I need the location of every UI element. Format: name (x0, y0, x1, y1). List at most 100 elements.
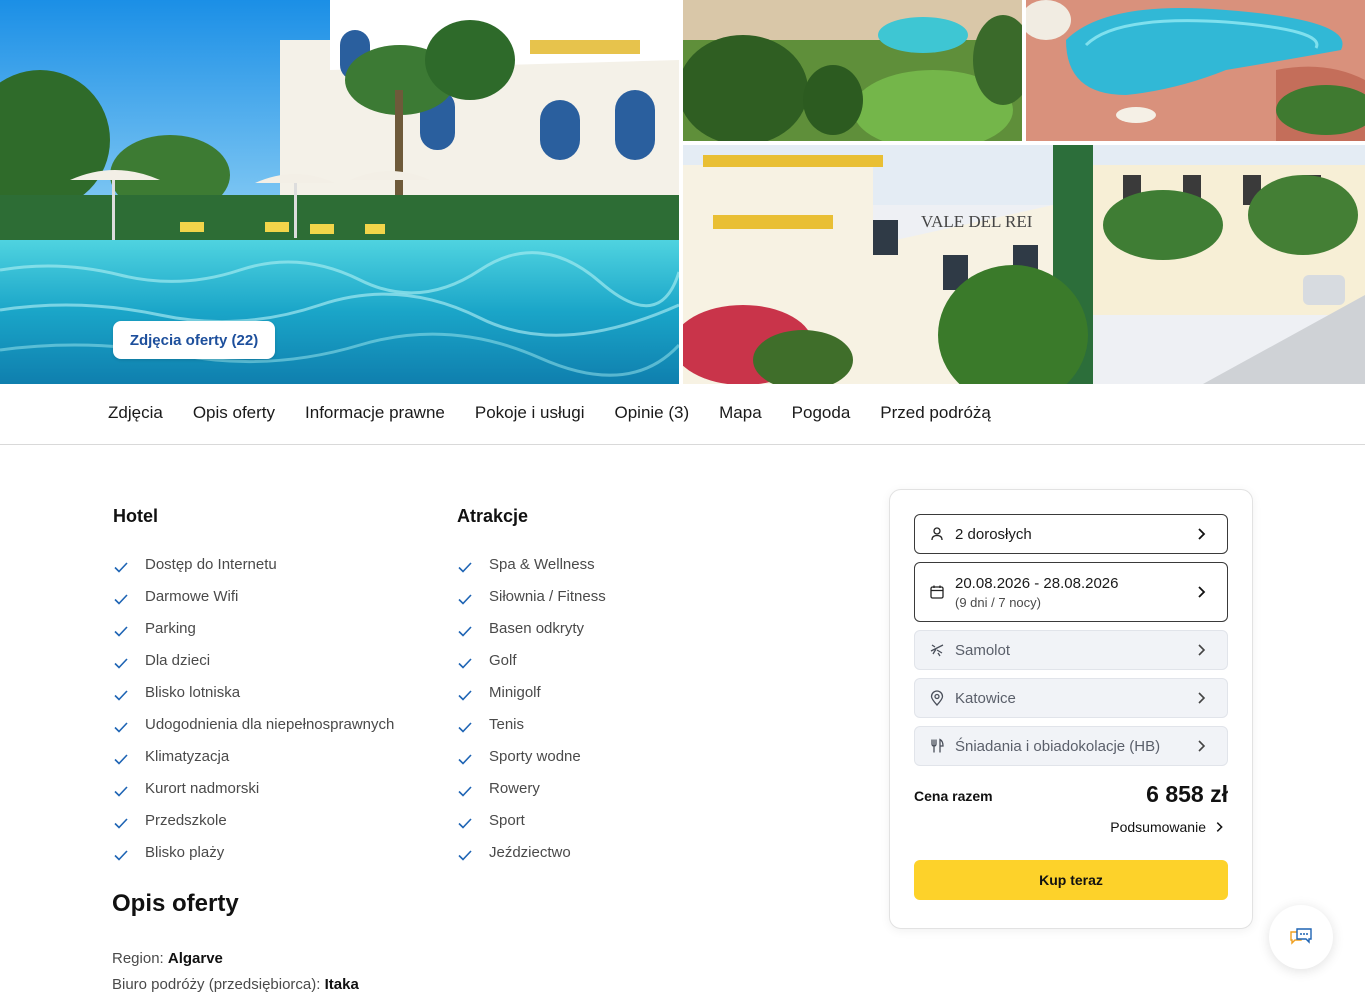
list-item: Basen odkryty (457, 612, 787, 644)
check-icon (458, 754, 472, 765)
list-item: Kurort nadmorski (113, 772, 443, 804)
travelers-select[interactable]: 2 dorosłych (914, 514, 1228, 554)
list-item: Siłownia / Fitness (457, 580, 787, 612)
check-icon (458, 722, 472, 733)
opis-oferty-title: Opis oferty (112, 890, 239, 917)
check-icon (114, 754, 128, 765)
region-label: Region: (112, 950, 164, 967)
amenity-label: Udogodnienia dla niepełnosprawnych (145, 715, 395, 733)
list-item: Przedszkole (113, 804, 443, 836)
hotel-amenities-list: Dostęp do Internetu Darmowe Wifi Parking… (113, 548, 443, 868)
hotel-building-photo[interactable]: VALE DEL REI (683, 145, 1365, 384)
chevron-right-icon (1216, 822, 1223, 832)
duration-value: (9 dni / 7 nocy) (955, 594, 1041, 610)
check-icon (114, 594, 128, 605)
attraction-label: Rowery (489, 779, 540, 797)
list-item: Golf (457, 644, 787, 676)
attractions-title: Atrakcje (457, 506, 529, 526)
tab-opinie[interactable]: Opinie (3) (614, 403, 689, 423)
list-item: Udogodnienia dla niepełnosprawnych (113, 708, 443, 740)
tab-mapa[interactable]: Mapa (719, 403, 762, 423)
list-item: Tenis (457, 708, 787, 740)
attraction-label: Jeździectwo (489, 843, 571, 861)
tab-pogoda[interactable]: Pogoda (792, 403, 851, 423)
board-select[interactable]: Śniadania i obiadokolacje (HB) (914, 726, 1228, 766)
check-icon (458, 818, 472, 829)
transport-value: Samolot (955, 641, 1011, 659)
check-icon (114, 562, 128, 573)
attraction-label: Siłownia / Fitness (489, 587, 606, 605)
transport-select[interactable]: Samolot (914, 630, 1228, 670)
buy-now-button[interactable]: Kup teraz (914, 860, 1228, 900)
check-icon (114, 658, 128, 669)
photo-gallery[interactable]: Zdjęcia oferty (22) VALE DEL REI (0, 0, 1365, 384)
tab-zdjecia[interactable]: Zdjęcia (108, 403, 163, 423)
check-icon (114, 690, 128, 701)
attraction-label: Minigolf (489, 683, 541, 701)
list-item: Parking (113, 612, 443, 644)
chat-button[interactable] (1269, 905, 1333, 969)
list-item: Dla dzieci (113, 644, 443, 676)
dates-block: 20.08.2026 - 28.08.2026 (9 dni / 7 nocy) (955, 575, 1118, 610)
list-item: Jeździectwo (457, 836, 787, 868)
plane-icon (930, 644, 944, 657)
summary-link[interactable]: Podsumowanie (1110, 819, 1226, 835)
main-hotel-photo[interactable]: Zdjęcia oferty (22) (0, 0, 679, 384)
operator-label: Biuro podróży (przedsiębiorca): (112, 976, 321, 993)
chevron-right-icon (1198, 692, 1206, 704)
total-price: 6 858 zł (1146, 781, 1228, 807)
chevron-right-icon (1198, 528, 1206, 540)
photos-button[interactable]: Zdjęcia oferty (22) (113, 321, 275, 359)
check-icon (114, 786, 128, 797)
summary-link-label: Podsumowanie (1110, 819, 1206, 835)
tab-przed-podroza[interactable]: Przed podróżą (880, 403, 991, 423)
aerial-garden-photo[interactable] (683, 0, 1022, 141)
attraction-label: Golf (489, 651, 517, 669)
region-line: Region: Algarve (112, 950, 223, 967)
hotel-amenities: Hotel Dostęp do Internetu Darmowe Wifi P… (113, 506, 443, 868)
chevron-right-icon (1198, 644, 1206, 656)
operator-value: Itaka (324, 976, 359, 993)
list-item: Dostęp do Internetu (113, 548, 443, 580)
amenity-label: Klimatyzacja (145, 747, 230, 765)
dates-select[interactable]: 20.08.2026 - 28.08.2026 (9 dni / 7 nocy) (914, 562, 1228, 622)
check-icon (458, 690, 472, 701)
check-icon (114, 626, 128, 637)
hotel-sign-text: VALE DEL REI (921, 212, 1033, 231)
tab-pokoje-i-uslugi[interactable]: Pokoje i usługi (475, 403, 585, 423)
check-icon (458, 594, 472, 605)
region-value: Algarve (167, 950, 223, 967)
pool-aerial-photo[interactable] (1026, 0, 1365, 141)
amenity-label: Parking (145, 619, 196, 637)
hotel-amenities-title: Hotel (113, 506, 158, 526)
board-value: Śniadania i obiadokolacje (HB) (955, 737, 1161, 755)
attraction-label: Spa & Wellness (489, 555, 595, 573)
calendar-icon (930, 585, 944, 599)
location-pin-icon (930, 690, 944, 706)
chat-icon (1290, 928, 1312, 945)
check-icon (458, 562, 472, 573)
check-icon (458, 786, 472, 797)
chevron-right-icon (1198, 740, 1206, 752)
list-item: Blisko plaży (113, 836, 443, 868)
tab-opis-oferty[interactable]: Opis oferty (193, 403, 275, 423)
chevron-right-icon (1198, 586, 1206, 598)
check-icon (458, 626, 472, 637)
check-icon (114, 818, 128, 829)
list-item: Sporty wodne (457, 740, 787, 772)
dates-value: 20.08.2026 - 28.08.2026 (955, 574, 1119, 592)
departure-value: Katowice (955, 689, 1016, 707)
total-label: Cena razem (914, 788, 993, 804)
attraction-label: Basen odkryty (489, 619, 585, 637)
amenity-label: Blisko lotniska (145, 683, 241, 701)
amenity-label: Kurort nadmorski (145, 779, 260, 797)
operator-line: Biuro podróży (przedsiębiorca): Itaka (112, 976, 359, 993)
offer-tabs: Zdjęcia Opis oferty Informacje prawne Po… (0, 384, 1365, 445)
departure-select[interactable]: Katowice (914, 678, 1228, 718)
check-icon (458, 658, 472, 669)
attraction-label: Tenis (489, 715, 525, 733)
list-item: Spa & Wellness (457, 548, 787, 580)
cutlery-icon (931, 738, 944, 753)
attraction-label: Sport (489, 811, 525, 829)
tab-informacje-prawne[interactable]: Informacje prawne (305, 403, 445, 423)
